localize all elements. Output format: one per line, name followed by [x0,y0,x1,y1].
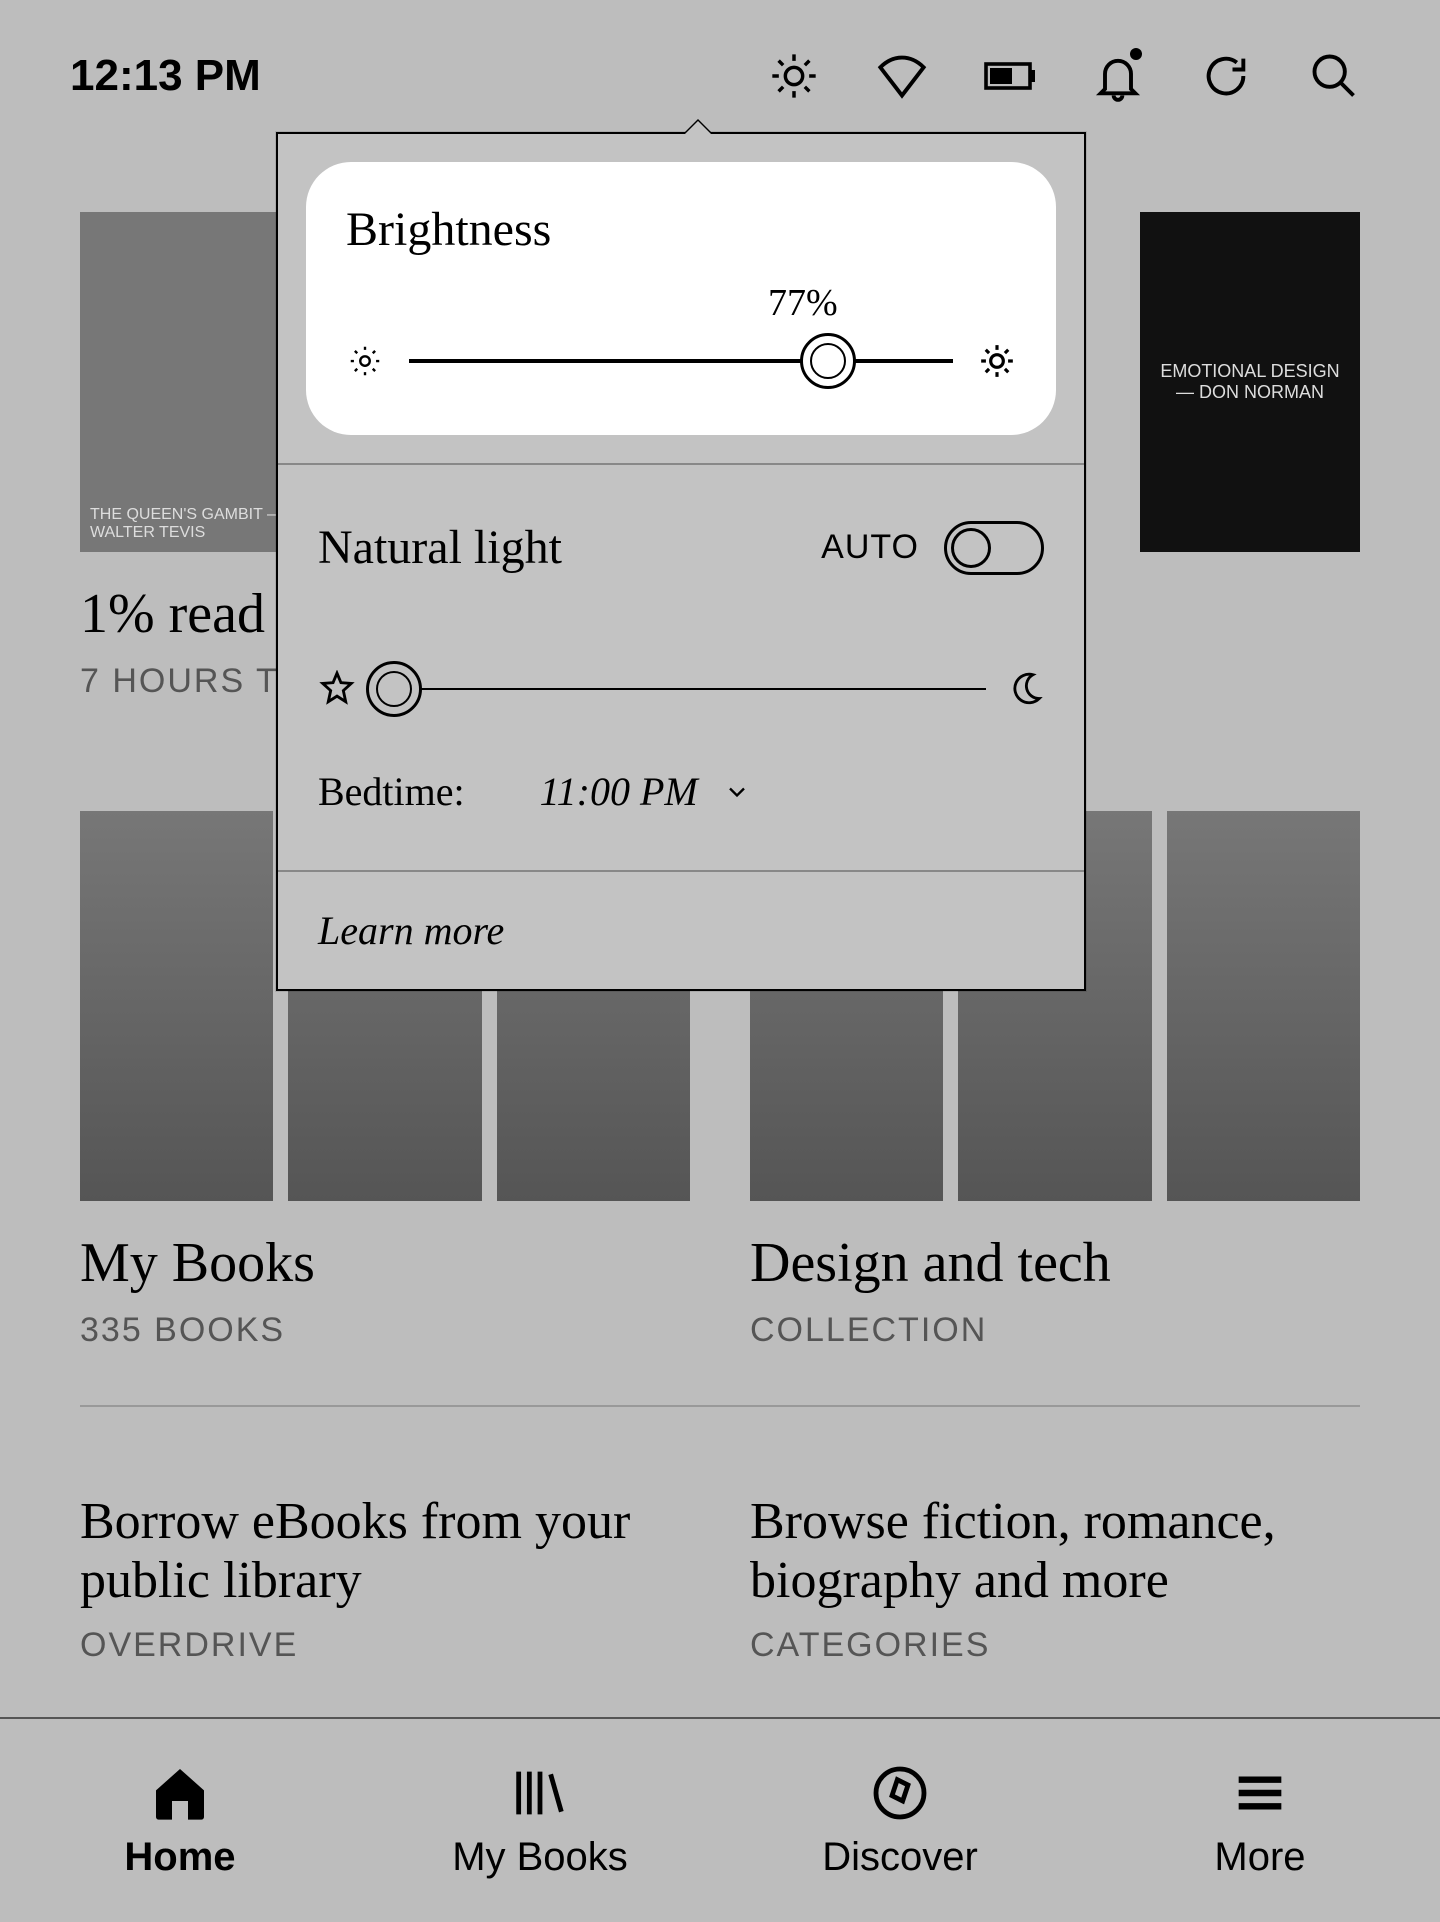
brightness-card: Brightness 77% [306,162,1056,435]
nav-home[interactable]: Home [0,1719,360,1922]
toggle-knob [951,528,991,568]
categories-subtitle: CATEGORIES [750,1626,1360,1665]
nav-home-label: Home [124,1835,235,1880]
search-icon[interactable] [1308,50,1360,102]
notification-bell-icon[interactable] [1092,50,1144,102]
natural-light-heading: Natural light [318,520,562,575]
my-books-count: 335 BOOKS [80,1311,690,1350]
chevron-down-icon [723,778,751,806]
brightness-low-icon [346,342,384,380]
nav-more[interactable]: More [1080,1719,1440,1922]
categories-section[interactable]: Browse fiction, romance, biography and m… [750,1462,1360,1665]
nav-discover-label: Discover [822,1835,978,1880]
brightness-slider[interactable]: 77% [346,342,1016,380]
brightness-thumb[interactable]: 77% [800,333,856,389]
natural-light-thumb[interactable] [366,661,422,717]
sync-icon[interactable] [1200,50,1252,102]
night-icon [1006,670,1044,708]
nav-mybooks[interactable]: My Books [360,1719,720,1922]
current-book-cover-right[interactable]: EMOTIONAL DESIGN — DON NORMAN [1140,212,1360,552]
overdrive-title: Borrow eBooks from your public library [80,1492,690,1610]
status-bar: 12:13 PM [0,0,1440,122]
battery-icon[interactable] [984,50,1036,102]
bedtime-value: 11:00 PM [540,768,698,815]
wifi-icon[interactable] [876,50,928,102]
home-icon [148,1761,212,1825]
design-subtitle: COLLECTION [750,1311,1360,1350]
my-books-title: My Books [80,1231,690,1295]
design-title: Design and tech [750,1231,1360,1295]
bedtime-dropdown[interactable]: 11:00 PM [540,768,751,815]
menu-icon [1228,1761,1292,1825]
brightness-icon[interactable] [768,50,820,102]
books-icon [508,1761,572,1825]
brightness-heading: Brightness [346,202,1016,257]
overdrive-section[interactable]: Borrow eBooks from your public library O… [80,1462,690,1665]
bedtime-label: Bedtime: [318,768,465,815]
daylight-icon [318,670,356,708]
learn-more-link[interactable]: Learn more [278,872,1084,989]
auto-label: AUTO [821,528,919,567]
natural-light-slider[interactable] [318,670,1044,708]
overdrive-subtitle: OVERDRIVE [80,1626,690,1665]
compass-icon [868,1761,932,1825]
nav-more-label: More [1214,1835,1305,1880]
brightness-value-label: 77% [768,281,838,325]
bottom-nav: Home My Books Discover More [0,1717,1440,1922]
nav-discover[interactable]: Discover [720,1719,1080,1922]
clock: 12:13 PM [70,51,261,101]
popup-arrow [683,119,713,134]
categories-title: Browse fiction, romance, biography and m… [750,1492,1360,1610]
nav-mybooks-label: My Books [452,1835,628,1880]
auto-toggle[interactable] [944,521,1044,575]
brightness-popup: Brightness 77% Natural light AUTO [276,132,1086,991]
brightness-high-icon [978,342,1016,380]
